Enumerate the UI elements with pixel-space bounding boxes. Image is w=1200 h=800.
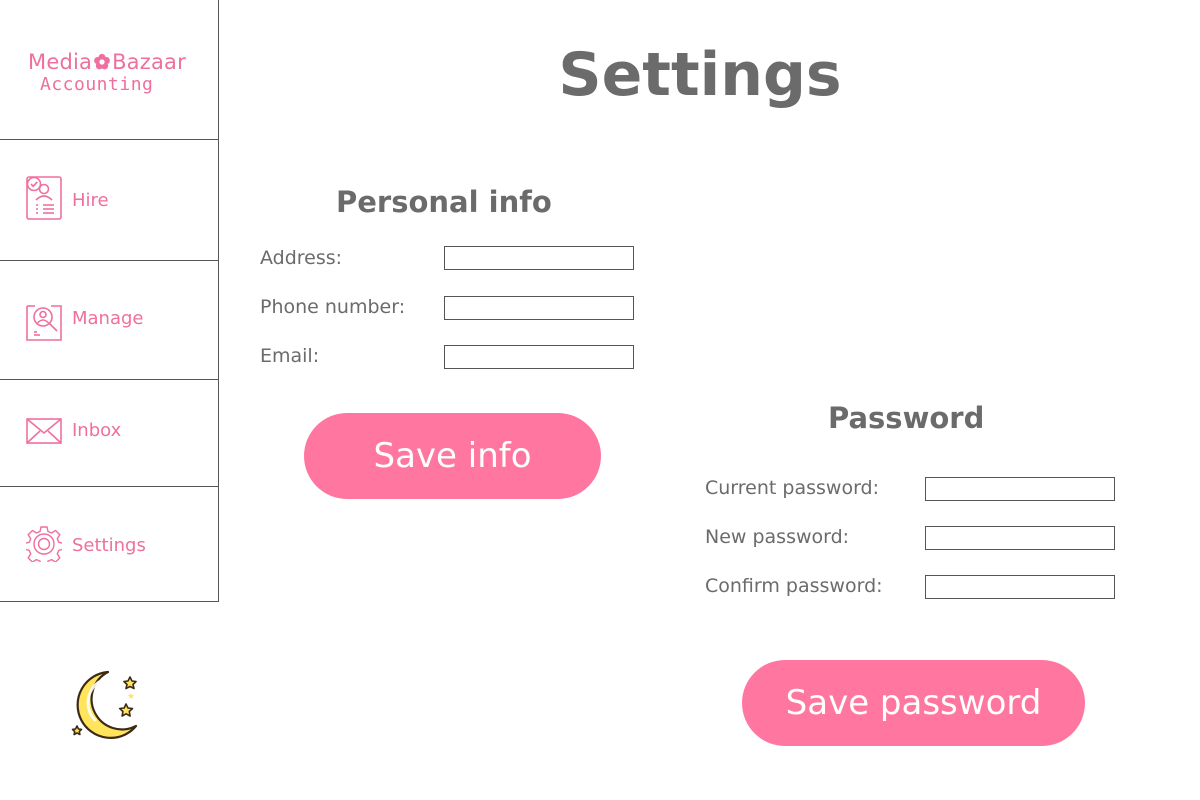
sidebar-item-hire[interactable]: Hire bbox=[0, 140, 219, 261]
new-password-label: New password: bbox=[705, 526, 850, 548]
email-input[interactable] bbox=[444, 345, 634, 369]
sidebar-item-label: Manage bbox=[72, 308, 144, 329]
phone-number-input[interactable] bbox=[444, 296, 634, 320]
save-info-button[interactable]: Save info bbox=[304, 413, 601, 499]
new-password-input[interactable] bbox=[925, 526, 1115, 550]
phone-number-label: Phone number: bbox=[260, 296, 406, 318]
gear-icon bbox=[26, 526, 62, 562]
sidebar-item-label: Settings bbox=[72, 535, 146, 556]
password-heading: Password bbox=[828, 401, 985, 435]
sidebar-item-label: Inbox bbox=[72, 420, 122, 441]
confirm-password-label: Confirm password: bbox=[705, 575, 883, 597]
email-label: Email: bbox=[260, 345, 320, 367]
logo-subtitle: Accounting bbox=[40, 74, 154, 95]
address-input[interactable] bbox=[444, 246, 634, 270]
sidebar-item-inbox[interactable]: Inbox bbox=[0, 380, 219, 487]
manage-search-person-icon bbox=[26, 305, 62, 341]
moon-stars-icon[interactable] bbox=[68, 668, 144, 742]
current-password-label: Current password: bbox=[705, 477, 880, 499]
address-label: Address: bbox=[260, 247, 343, 269]
logo-title: Media Bazaar bbox=[28, 50, 186, 74]
logo-word-media: Media bbox=[28, 50, 93, 74]
save-password-button[interactable]: Save password bbox=[742, 660, 1085, 746]
current-password-input[interactable] bbox=[925, 477, 1115, 501]
logo-flower-icon bbox=[93, 50, 111, 74]
sidebar-item-manage[interactable]: Manage bbox=[0, 261, 219, 380]
confirm-password-input[interactable] bbox=[925, 575, 1115, 599]
sidebar: Media Bazaar Accounting Hire Manage Inbo… bbox=[0, 0, 219, 602]
sidebar-item-settings[interactable]: Settings bbox=[0, 487, 219, 602]
personal-info-heading: Personal info bbox=[336, 185, 552, 219]
logo-word-bazaar: Bazaar bbox=[112, 50, 186, 74]
hire-document-icon bbox=[26, 176, 62, 220]
envelope-icon bbox=[26, 418, 62, 444]
page-title: Settings bbox=[558, 40, 842, 110]
sidebar-item-label: Hire bbox=[72, 190, 109, 211]
app-logo: Media Bazaar Accounting bbox=[0, 0, 219, 140]
